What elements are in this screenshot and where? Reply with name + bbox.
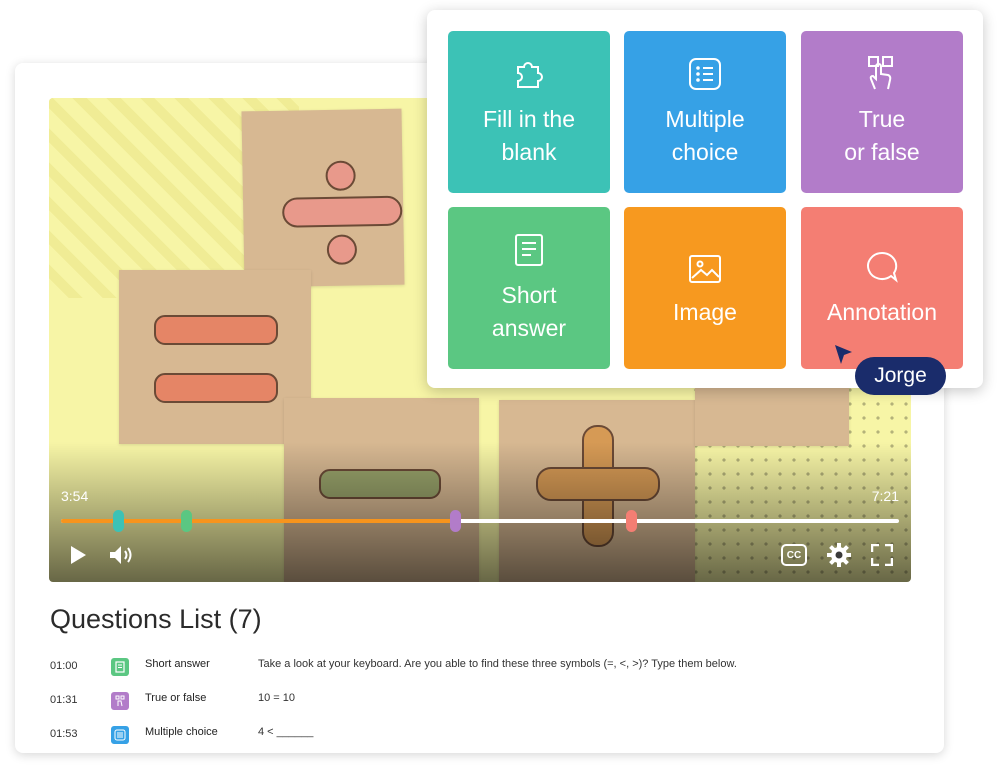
question-type: Short answer [145, 658, 210, 670]
tile-label: True or false [844, 106, 920, 165]
question-marker[interactable] [626, 510, 638, 532]
question-marker[interactable] [450, 510, 462, 532]
question-text: 4 < ______ [258, 726, 314, 738]
play-button[interactable] [63, 540, 93, 570]
document-icon [515, 234, 543, 266]
question-type: True or false [145, 692, 207, 704]
question-marker[interactable] [181, 510, 193, 532]
image-tile[interactable]: Image [624, 207, 786, 369]
gear-icon [827, 543, 851, 567]
question-marker[interactable] [113, 510, 125, 532]
annotation-tile[interactable]: Annotation [801, 207, 963, 369]
question-row[interactable]: 01:53 Multiple choice 4 < ______ [0, 723, 999, 747]
touch-icon [868, 56, 893, 90]
tile-label: Fill in the blank [482, 106, 576, 165]
touch-icon [111, 692, 129, 710]
question-time: 01:31 [50, 694, 78, 706]
tile-label: Multiple choice [665, 106, 745, 165]
equals-symbol-card [119, 270, 311, 444]
volume-icon [110, 546, 132, 564]
tile-label: Short answer [491, 282, 567, 341]
tile-label: Image [673, 298, 737, 325]
questions-list-title: Questions List (7) [50, 604, 262, 634]
question-text: Take a look at your keyboard. Are you ab… [258, 658, 737, 670]
volume-button[interactable] [107, 540, 137, 570]
question-row[interactable]: 01:00 Short answer Take a look at your k… [0, 655, 999, 679]
fullscreen-button[interactable] [867, 540, 897, 570]
puzzle-icon [517, 62, 543, 88]
captions-button[interactable]: CC [779, 540, 809, 570]
background-card [695, 382, 849, 446]
cursor-icon [835, 345, 852, 364]
short-answer-tile[interactable]: Short answer [448, 207, 610, 369]
image-icon [689, 254, 721, 283]
tile-label: Annotation [827, 298, 937, 325]
current-time: 3:54 [61, 488, 89, 504]
multiple-choice-tile[interactable]: Multiple choice [624, 31, 786, 193]
list-icon [689, 58, 721, 90]
settings-button[interactable] [824, 540, 854, 570]
progress-bar[interactable] [61, 510, 899, 532]
question-time: 01:00 [50, 660, 78, 672]
play-icon [71, 546, 86, 564]
duration: 7:21 [871, 488, 899, 504]
captions-label: CC [786, 549, 802, 561]
list-icon [111, 726, 129, 744]
document-icon [111, 658, 129, 676]
question-text: 10 = 10 [258, 692, 296, 704]
chat-bubble-icon [867, 251, 898, 283]
collaborator-tag: Jorge [855, 357, 946, 395]
true-or-false-tile[interactable]: True or false [801, 31, 963, 193]
fill-in-the-blank-tile[interactable]: Fill in the blank [448, 31, 610, 193]
fullscreen-icon [871, 544, 893, 566]
question-row[interactable]: 01:31 True or false 10 = 10 [0, 689, 999, 713]
divide-symbol-card [241, 108, 405, 288]
question-time: 01:53 [50, 728, 78, 740]
question-type: Multiple choice [145, 726, 218, 738]
